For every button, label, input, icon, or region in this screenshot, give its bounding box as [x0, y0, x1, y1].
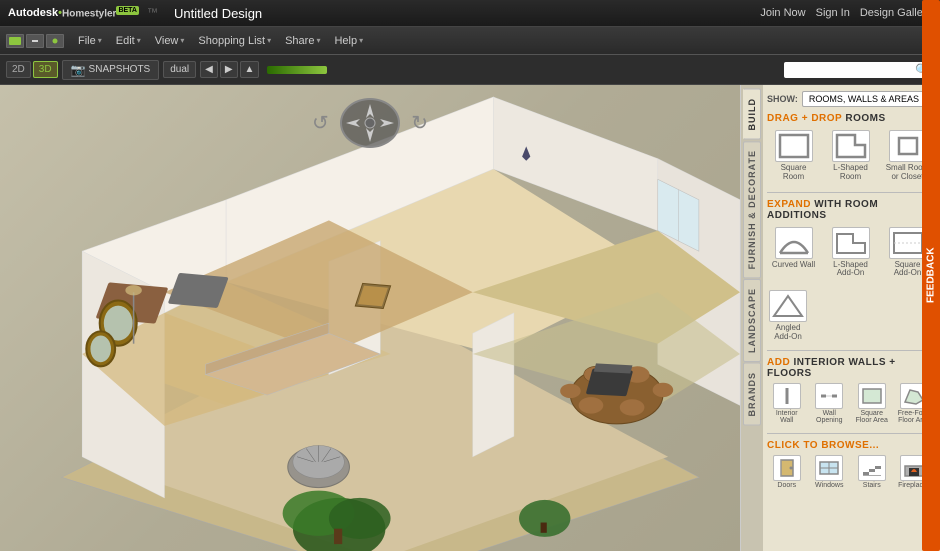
nav-forward-button[interactable]: ▶	[220, 61, 238, 78]
view-2d-button[interactable]: 2D	[6, 61, 31, 78]
curved-wall-item[interactable]: Curved Wall	[767, 225, 820, 281]
compass-ring[interactable]	[340, 98, 400, 148]
menu-logo-icons	[6, 34, 64, 48]
canvas-background: ↺ ↻	[0, 85, 740, 551]
brands-tab[interactable]: BRANDS	[743, 363, 761, 426]
doors-item[interactable]: Doors	[767, 455, 807, 490]
square-room-icon	[775, 130, 813, 162]
help-menu[interactable]: Help ▾	[328, 33, 369, 49]
edit-menu[interactable]: Edit ▾	[110, 33, 147, 49]
landscape-tab[interactable]: LANDSCAPE	[743, 279, 761, 362]
stairs-item[interactable]: Stairs	[852, 455, 892, 490]
divider-1	[767, 192, 934, 193]
angled-addon-icon	[769, 290, 807, 322]
panel-wrapper: BUILD FURNISH & DECORATE LANDSCAPE BRAND…	[741, 85, 940, 551]
doors-icon	[773, 455, 801, 481]
sign-in-link[interactable]: Sign In	[816, 7, 850, 19]
zoom-bar	[267, 66, 327, 74]
view-3d-button[interactable]: 3D	[33, 61, 58, 78]
additions-grid: Curved Wall L-ShapedAdd-On	[767, 225, 934, 281]
build-tab[interactable]: BUILD	[743, 89, 761, 140]
square-floor-icon	[858, 383, 886, 409]
logo-icon-1	[6, 34, 24, 48]
panel-content: SHOW: ROOMS, WALLS & AREAS DRAG + DROP R…	[763, 85, 940, 551]
floor-plan-3d	[0, 85, 740, 551]
wall-opening-item[interactable]: WallOpening	[810, 383, 850, 425]
nav-arrows: ◀ ▶ ▲	[200, 61, 259, 78]
divider-2	[767, 350, 934, 351]
vertical-tabs: BUILD FURNISH & DECORATE LANDSCAPE BRAND…	[741, 85, 763, 551]
join-now-link[interactable]: Join Now	[760, 7, 805, 19]
logo-icon-2	[26, 34, 44, 48]
shopping-list-menu[interactable]: Shopping List ▾	[192, 33, 277, 49]
show-label: SHOW:	[767, 94, 798, 104]
logo-icon-3	[46, 34, 64, 48]
drag-drop-header: DRAG + DROP ROOMS	[767, 113, 934, 124]
l-shaped-addon-item[interactable]: L-ShapedAdd-On	[824, 225, 877, 281]
windows-item[interactable]: Windows	[810, 455, 850, 490]
l-shaped-room-item[interactable]: L-ShapedRoom	[824, 128, 877, 184]
navigation-compass[interactable]: ↺ ↻	[330, 93, 410, 153]
file-menu[interactable]: File ▾	[72, 33, 108, 49]
interior-wall-item[interactable]: InteriorWall	[767, 383, 807, 425]
windows-icon	[815, 455, 843, 481]
canvas-area[interactable]: ↺ ↻	[0, 85, 740, 551]
feedback-button[interactable]: FEEDBACK	[922, 0, 940, 551]
interior-wall-icon	[773, 383, 801, 409]
rooms-grid: SquareRoom L-ShapedRoom	[767, 128, 934, 184]
square-floor-item[interactable]: SquareFloor Area	[852, 383, 892, 425]
walls-floors-header: ADD INTERIOR WALLS + FLOORS	[767, 357, 934, 379]
search-input[interactable]	[788, 64, 913, 75]
angled-addon-item[interactable]: AngledAdd-On	[767, 288, 809, 344]
small-room-icon	[889, 130, 927, 162]
right-panel: BUILD FURNISH & DECORATE LANDSCAPE BRAND…	[740, 85, 940, 551]
main-area: ↺ ↻	[0, 85, 940, 551]
nav-back-button[interactable]: ◀	[200, 61, 218, 78]
stairs-icon	[858, 455, 886, 481]
angled-addon-row: AngledAdd-On	[767, 288, 934, 344]
walls-floors-grid: InteriorWall WallOpening	[767, 383, 934, 425]
menu-bar: File ▾ Edit ▾ View ▾ Shopping List ▾ Sha…	[0, 27, 940, 55]
square-addon-icon	[889, 227, 927, 259]
snapshots-button[interactable]: 📷 SNAPSHOTS	[62, 60, 160, 80]
l-shaped-addon-icon	[832, 227, 870, 259]
browse-grid: Doors Windows	[767, 455, 934, 490]
view-toggle: 2D 3D	[6, 61, 58, 78]
top-bar-right: Join Now Sign In Design Gallery	[760, 7, 932, 19]
browse-header: CLICK TO BROWSE...	[767, 440, 934, 451]
rotate-right-button[interactable]: ↻	[411, 111, 428, 136]
wall-opening-icon	[815, 383, 843, 409]
furnish-decorate-tab[interactable]: FURNISH & DECORATE	[743, 141, 761, 278]
compass-arrows-icon	[342, 100, 398, 146]
dual-button[interactable]: dual	[163, 61, 196, 78]
nav-up-button[interactable]: ▲	[240, 61, 260, 78]
rotate-left-button[interactable]: ↺	[312, 111, 329, 136]
autodesk-logo: Autodesk • HomestylerBETA	[8, 7, 139, 19]
camera-icon: 📷	[71, 63, 86, 77]
view-bar: 2D 3D 📷 SNAPSHOTS dual ◀ ▶ ▲ 🔍	[0, 55, 940, 85]
show-row: SHOW: ROOMS, WALLS & AREAS	[767, 91, 934, 107]
expand-header: EXPAND WITH ROOM ADDITIONS	[767, 199, 934, 221]
design-title: Untitled Design	[174, 6, 262, 21]
top-bar-left: Autodesk • HomestylerBETA ™ Untitled Des…	[8, 6, 262, 21]
share-menu[interactable]: Share ▾	[279, 33, 326, 49]
square-room-item[interactable]: SquareRoom	[767, 128, 820, 184]
view-menu[interactable]: View ▾	[149, 33, 191, 49]
search-bar: 🔍	[784, 62, 934, 78]
top-bar: Autodesk • HomestylerBETA ™ Untitled Des…	[0, 0, 940, 27]
divider-3	[767, 433, 934, 434]
show-select[interactable]: ROOMS, WALLS & AREAS	[802, 91, 939, 107]
l-shaped-room-icon	[832, 130, 870, 162]
curved-wall-icon	[775, 227, 813, 259]
